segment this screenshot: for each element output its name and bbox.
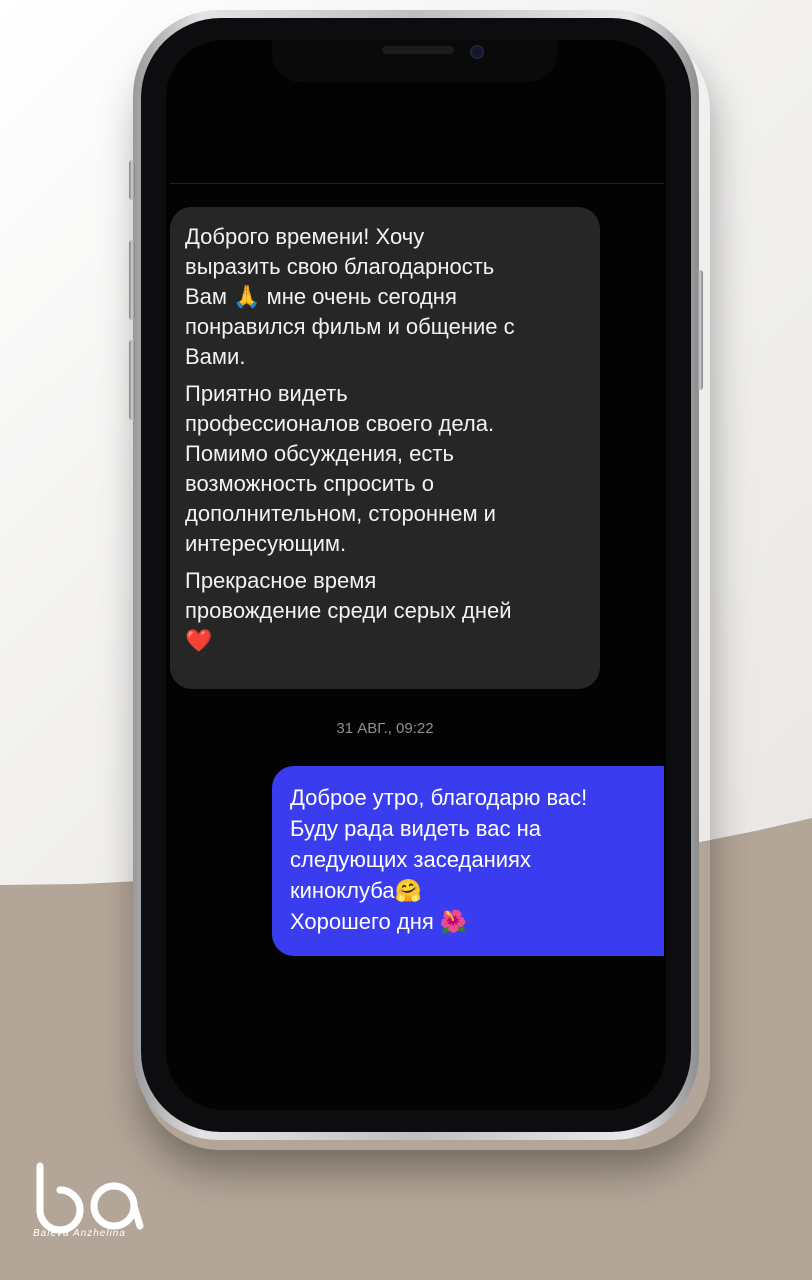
- logo-caption: Baleva Anzhelina: [33, 1228, 126, 1239]
- incoming-paragraph-1: Доброго времени! Хочу выразить свою благ…: [185, 224, 515, 369]
- incoming-message-text: Доброго времени! Хочу выразить свою благ…: [185, 222, 593, 663]
- message-timestamp: 31 АВГ., 09:22: [336, 720, 434, 737]
- volume-up-button: [129, 240, 135, 320]
- outgoing-message-text: Доброе утро, благодарю вас! Буду рада ви…: [290, 785, 588, 934]
- volume-down-button: [129, 340, 135, 420]
- speaker-grille: [382, 46, 454, 54]
- front-camera-icon: [470, 45, 484, 59]
- incoming-paragraph-2: Приятно видеть профессионалов своего дел…: [185, 381, 496, 556]
- ba-monogram-logo-icon: [36, 1162, 144, 1234]
- incoming-paragraph-3: Прекрасное время провождение среди серых…: [185, 568, 512, 653]
- chat-header-divider: [170, 183, 664, 184]
- mute-switch: [129, 160, 135, 200]
- power-button: [697, 270, 703, 390]
